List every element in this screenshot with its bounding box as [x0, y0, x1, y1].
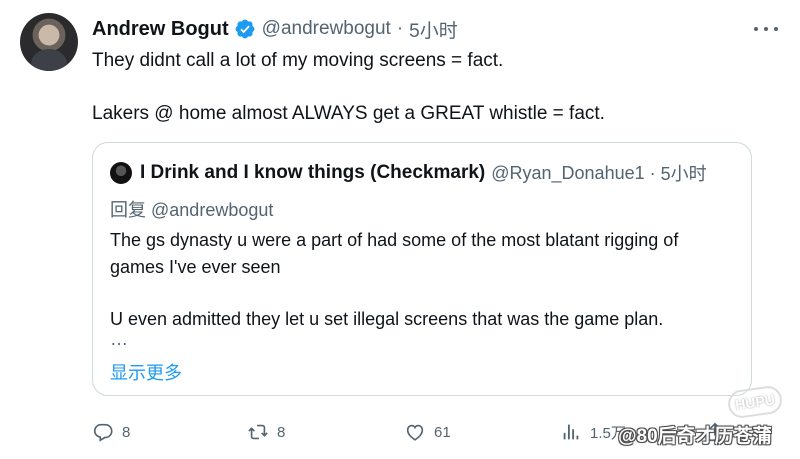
- reply-prefix: 回复: [110, 200, 146, 220]
- author-handle[interactable]: @andrewbogut: [262, 18, 391, 40]
- verified-badge-icon: [234, 18, 256, 40]
- reply-count: 8: [122, 423, 131, 441]
- retweet-button[interactable]: 8: [247, 418, 285, 446]
- quoted-author-display-name: I Drink and I know things (Checkmark): [140, 162, 486, 183]
- retweet-count: 8: [277, 423, 286, 441]
- views-button[interactable]: 1.5万: [560, 418, 626, 446]
- text-ellipsis: …: [110, 329, 128, 349]
- more-options-icon[interactable]: [754, 19, 778, 39]
- quoted-tweet[interactable]: I Drink and I know things (Checkmark) @R…: [92, 142, 752, 396]
- author-avatar[interactable]: [20, 13, 78, 71]
- quoted-tweet-text-line: games I've ever seen: [110, 257, 281, 277]
- like-count: 61: [434, 423, 451, 441]
- reply-to-handle: @andrewbogut: [151, 200, 274, 220]
- retweet-icon: [248, 424, 268, 440]
- views-icon: [563, 424, 579, 440]
- like-icon: [406, 424, 424, 441]
- quoted-author-handle: @Ryan_Donahue1: [491, 162, 645, 183]
- quoted-author-avatar: [110, 162, 132, 184]
- show-more-link[interactable]: 显示更多: [110, 359, 182, 385]
- tweet[interactable]: Andrew Bogut @andrewbogut · 5小时 They did…: [0, 0, 800, 459]
- tweet-text-line: Lakers @ home almost ALWAYS get a GREAT …: [92, 103, 605, 124]
- reply-context: 回复 @andrewbogut: [110, 196, 273, 222]
- like-button[interactable]: 61: [404, 418, 451, 446]
- author-display-name[interactable]: Andrew Bogut: [92, 18, 229, 41]
- quoted-tweet-header: I Drink and I know things (Checkmark) @R…: [110, 160, 707, 186]
- tweet-timestamp[interactable]: 5小时: [409, 16, 458, 43]
- quoted-tweet-timestamp: 5小时: [660, 164, 707, 184]
- separator-dot: ·: [649, 162, 656, 183]
- separator-dot: ·: [396, 18, 404, 39]
- tweet-header: Andrew Bogut @andrewbogut · 5小时: [92, 14, 458, 44]
- quoted-tweet-text-line: U even admitted they let u set illegal s…: [110, 309, 664, 329]
- quoted-tweet-text-line: The gs dynasty u were a part of had some…: [110, 230, 679, 250]
- reply-button[interactable]: 8: [92, 418, 130, 446]
- reply-icon: [93, 423, 113, 442]
- watermark-text: @80后奇才历苍蒲: [618, 426, 772, 447]
- tweet-text-line: They didnt call a lot of my moving scree…: [92, 50, 504, 71]
